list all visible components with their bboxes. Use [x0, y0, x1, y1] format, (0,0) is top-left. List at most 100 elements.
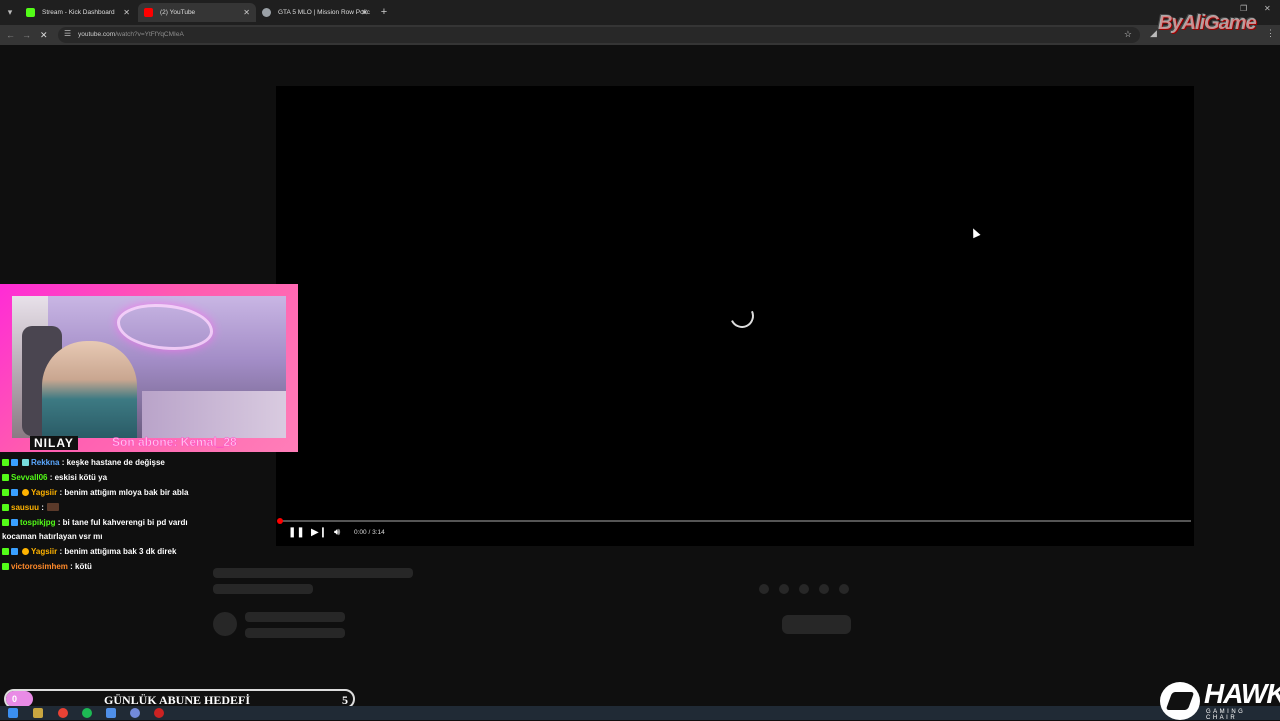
address-url[interactable]: youtube.com/watch?v=YtFfYqCMIeA: [78, 31, 184, 38]
chat-username: Yagsiir: [31, 546, 58, 556]
chat-text: : eskisi kötü ya: [47, 473, 108, 482]
chat-message: tospikjpg : bi tane ful kahverengi bi pd…: [2, 516, 202, 543]
game-badge-icon: [22, 459, 29, 466]
skeleton-dot: [799, 584, 809, 594]
chat-username: Rekkna: [31, 458, 60, 467]
tab-youtube[interactable]: (2) YouTube ✕: [138, 3, 256, 22]
hawk-emblem-icon: [1160, 682, 1200, 720]
chat-text: : benim attığıma bak 3 dk direk: [57, 546, 177, 556]
streamer-name: NILAY: [30, 436, 78, 450]
title-skeleton: [213, 568, 413, 578]
chat-message: Sevvall06 : eskisi kötü ya: [2, 471, 202, 485]
webcam-neon-light: [117, 304, 213, 350]
tab-title: (2) YouTube: [160, 9, 196, 16]
pause-icon[interactable]: ❚❚: [288, 526, 305, 540]
chat-message: Yagsiir : benim attığıma bak 3 dk direk: [2, 545, 202, 559]
skeleton-dot: [759, 584, 769, 594]
verified-badge-icon: [11, 519, 18, 526]
progress-bar[interactable]: [277, 518, 1191, 524]
kick-badge-icon: [2, 489, 9, 496]
tab-gta-mlo[interactable]: GTA 5 MLO | Mission Row Polic ✕: [256, 3, 374, 22]
youtube-favicon-icon: [144, 8, 153, 17]
subscriber-count-skeleton: [245, 628, 345, 638]
chat-text: : kötü: [67, 561, 92, 571]
kebab-menu-icon[interactable]: ⋮: [1266, 28, 1275, 39]
browser-toolbar: ← → ✕ ☰ youtube.com/watch?v=YtFfYqCMIeA …: [0, 25, 1280, 45]
verified-badge-icon: [11, 459, 18, 466]
tab-search-chevron-icon[interactable]: ▾: [4, 6, 16, 18]
kick-badge-icon: [2, 504, 9, 511]
skeleton-dot: [819, 584, 829, 594]
subtitle-skeleton: [213, 584, 313, 594]
kick-badge-icon: [2, 474, 9, 481]
chat-username: sausuu: [11, 503, 40, 512]
last-subscriber: Son abone: Kemal_28: [112, 435, 237, 450]
url-host: youtube.com: [78, 31, 116, 38]
skeleton-dot: [779, 584, 789, 594]
extension-icon[interactable]: ◢: [1150, 28, 1157, 39]
chat-username: tospikjpg: [20, 518, 56, 527]
address-bar[interactable]: ☰ youtube.com/watch?v=YtFfYqCMIeA ☆: [58, 27, 1140, 43]
hawk-tagline: GAMING CHAIR: [1206, 709, 1246, 721]
tab-title: GTA 5 MLO | Mission Row Polic: [278, 9, 370, 16]
chat-message: Rekkna : keşke hastane de değişse: [2, 456, 202, 470]
kick-badge-icon: [2, 459, 9, 466]
discord-icon[interactable]: [130, 708, 140, 718]
webcam-bed: [142, 391, 286, 438]
url-path: /watch?v=YtFfYqCMIeA: [115, 31, 184, 38]
chat-username: victorosimhem: [11, 561, 68, 571]
chat-overlay: Rekkna : keşke hastane de değişse Sevvall…: [2, 456, 202, 575]
chat-text: :: [39, 503, 44, 512]
streamer-brand-watermark: ByAliGame: [1158, 12, 1257, 34]
chrome-icon[interactable]: [58, 708, 68, 718]
site-info-icon[interactable]: ☰: [64, 29, 71, 38]
kick-badge-icon: [2, 562, 9, 570]
bookmark-star-icon[interactable]: ☆: [1124, 29, 1132, 40]
skeleton-dot: [839, 584, 849, 594]
emote-icon: [46, 503, 59, 511]
webcam-overlay: NILAY Son abone: Kemal_28: [0, 284, 298, 452]
video-player[interactable]: ❚❚ ▶❙ 🔊︎ 0:00 / 3:14: [276, 86, 1194, 546]
chat-message: victorosimhem : kötü: [2, 560, 202, 574]
tab-title: Stream - Kick Dashboard: [42, 9, 115, 16]
start-icon[interactable]: [8, 708, 18, 718]
file-explorer-icon[interactable]: [33, 708, 43, 718]
close-tab-icon[interactable]: ✕: [123, 3, 130, 22]
close-tab-icon[interactable]: ✕: [361, 3, 368, 22]
new-tab-button[interactable]: +: [377, 5, 391, 19]
gift-badge-icon: [22, 547, 29, 555]
stop-loading-icon[interactable]: ✕: [40, 28, 48, 42]
chat-username: Sevvall06: [11, 473, 48, 482]
verified-badge-icon: [11, 489, 18, 496]
channel-avatar-skeleton: [213, 612, 237, 636]
globe-favicon-icon: [262, 8, 271, 17]
next-video-icon[interactable]: ▶❙: [311, 526, 327, 540]
taskbar: [0, 706, 1280, 720]
tab-kick-dashboard[interactable]: Stream - Kick Dashboard ✕: [20, 3, 136, 22]
app-icon[interactable]: [106, 708, 116, 718]
spotify-icon[interactable]: [82, 708, 92, 718]
hawk-wordmark: HAWK: [1204, 678, 1280, 709]
chat-text: : benim attığım mloya bak bir abla: [57, 488, 189, 497]
verified-badge-icon: [11, 547, 18, 555]
subscribe-button-skeleton: [782, 615, 851, 634]
chat-message: sausuu :: [2, 501, 202, 515]
back-arrow-icon[interactable]: ←: [6, 28, 15, 42]
webcam-streamer: [42, 341, 137, 438]
close-tab-icon[interactable]: ✕: [243, 3, 250, 22]
kick-badge-icon: [2, 519, 9, 526]
forward-arrow-icon[interactable]: →: [22, 28, 31, 42]
kick-favicon-icon: [26, 8, 35, 17]
chat-text: : keşke hastane de değişse: [59, 458, 165, 467]
loading-spinner-icon: [726, 300, 758, 332]
hawk-sponsor-logo: HAWK GAMING CHAIR: [1160, 678, 1280, 721]
browser-tab-strip: ▾ Stream - Kick Dashboard ✕ (2) YouTube …: [0, 0, 1280, 25]
chat-message: Yagsiir : benim attığım mloya bak bir ab…: [2, 486, 202, 500]
close-window-icon[interactable]: ✕: [1264, 4, 1271, 13]
progress-scrubber[interactable]: [277, 518, 283, 524]
goal-current: 0: [6, 691, 33, 707]
volume-icon[interactable]: 🔊︎: [334, 526, 340, 540]
webcam-feed: [12, 296, 286, 438]
obs-icon[interactable]: [154, 708, 164, 718]
gift-badge-icon: [22, 489, 29, 496]
